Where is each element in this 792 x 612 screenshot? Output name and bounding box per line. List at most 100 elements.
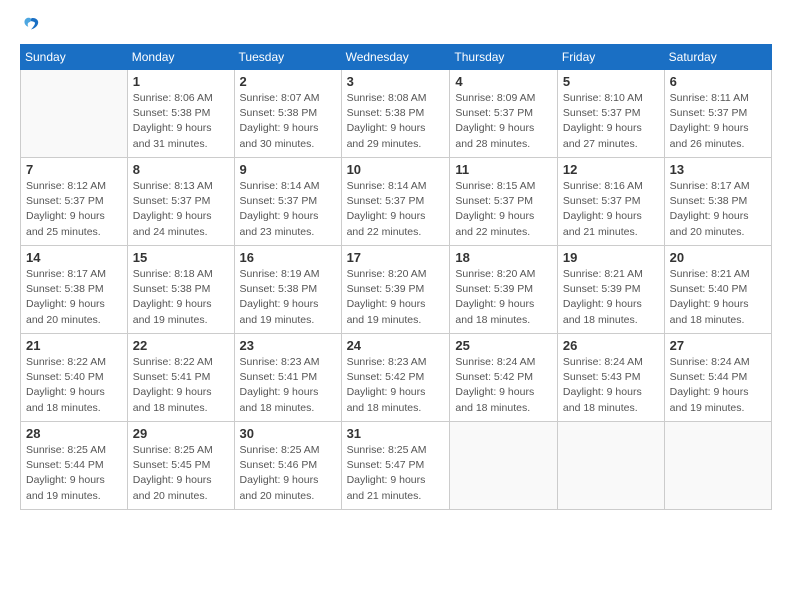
weekday-header: Wednesday [341,45,450,70]
day-info: Sunrise: 8:25 AMSunset: 5:47 PMDaylight:… [347,443,445,504]
calendar-cell: 15Sunrise: 8:18 AMSunset: 5:38 PMDayligh… [127,246,234,334]
day-info: Sunrise: 8:25 AMSunset: 5:45 PMDaylight:… [133,443,229,504]
day-number: 30 [240,426,336,441]
day-number: 8 [133,162,229,177]
calendar-cell: 27 Sunrise: 8:24 AMSunset: 5:44 PMDayligh… [664,334,771,422]
day-info: Sunrise: 8:14 AMSunset: 5:37 PMDaylight:… [347,179,445,240]
calendar-cell: 6Sunrise: 8:11 AMSunset: 5:37 PMDaylight… [664,70,771,158]
calendar-cell: 23 Sunrise: 8:23 AMSunset: 5:41 PMDayligh… [234,334,341,422]
calendar-table: SundayMondayTuesdayWednesdayThursdayFrid… [20,44,772,510]
calendar-cell: 1 Sunrise: 8:06 AMSunset: 5:38 PMDaylight… [127,70,234,158]
calendar-cell [557,422,664,510]
day-info: Sunrise: 8:08 AMSunset: 5:38 PMDaylight:… [347,91,445,152]
day-info: Sunrise: 8:24 AMSunset: 5:42 PMDaylight:… [455,355,552,416]
day-number: 3 [347,74,445,89]
day-info: Sunrise: 8:22 AMSunset: 5:40 PMDaylight:… [26,355,122,416]
day-info: Sunrise: 8:17 AMSunset: 5:38 PMDaylight:… [26,267,122,328]
logo-bird-icon [22,16,40,34]
calendar-cell: 11Sunrise: 8:15 AMSunset: 5:37 PMDayligh… [450,158,558,246]
day-number: 29 [133,426,229,441]
day-number: 7 [26,162,122,177]
calendar-cell [21,70,128,158]
weekday-header: Saturday [664,45,771,70]
day-number: 31 [347,426,445,441]
calendar-cell: 19 Sunrise: 8:21 AMSunset: 5:39 PMDayligh… [557,246,664,334]
day-number: 22 [133,338,229,353]
day-number: 25 [455,338,552,353]
calendar-cell: 13 Sunrise: 8:17 AMSunset: 5:38 PMDayligh… [664,158,771,246]
day-info: Sunrise: 8:21 AMSunset: 5:39 PMDaylight:… [563,267,659,328]
day-number: 18 [455,250,552,265]
calendar-cell: 21 Sunrise: 8:22 AMSunset: 5:40 PMDayligh… [21,334,128,422]
calendar-cell: 22 Sunrise: 8:22 AMSunset: 5:41 PMDayligh… [127,334,234,422]
day-info: Sunrise: 8:16 AMSunset: 5:37 PMDaylight:… [563,179,659,240]
calendar-week-row: 7 Sunrise: 8:12 AMSunset: 5:37 PMDaylight… [21,158,772,246]
calendar-week-row: 14 Sunrise: 8:17 AMSunset: 5:38 PMDayligh… [21,246,772,334]
day-number: 9 [240,162,336,177]
day-info: Sunrise: 8:23 AMSunset: 5:42 PMDaylight:… [347,355,445,416]
calendar-cell: 7 Sunrise: 8:12 AMSunset: 5:37 PMDaylight… [21,158,128,246]
weekday-header: Thursday [450,45,558,70]
day-info: Sunrise: 8:07 AMSunset: 5:38 PMDaylight:… [240,91,336,152]
calendar-week-row: 28 Sunrise: 8:25 AMSunset: 5:44 PMDayligh… [21,422,772,510]
logo [20,16,40,34]
calendar-week-row: 21 Sunrise: 8:22 AMSunset: 5:40 PMDayligh… [21,334,772,422]
day-info: Sunrise: 8:10 AMSunset: 5:37 PMDaylight:… [563,91,659,152]
weekday-header: Sunday [21,45,128,70]
logo-text [20,16,40,34]
calendar-cell: 18 Sunrise: 8:20 AMSunset: 5:39 PMDayligh… [450,246,558,334]
day-info: Sunrise: 8:20 AMSunset: 5:39 PMDaylight:… [347,267,445,328]
calendar-cell: 20 Sunrise: 8:21 AMSunset: 5:40 PMDayligh… [664,246,771,334]
day-info: Sunrise: 8:17 AMSunset: 5:38 PMDaylight:… [670,179,766,240]
day-number: 23 [240,338,336,353]
day-number: 1 [133,74,229,89]
calendar-cell: 24Sunrise: 8:23 AMSunset: 5:42 PMDayligh… [341,334,450,422]
day-info: Sunrise: 8:24 AMSunset: 5:44 PMDaylight:… [670,355,766,416]
weekday-header: Friday [557,45,664,70]
calendar-cell: 26Sunrise: 8:24 AMSunset: 5:43 PMDayligh… [557,334,664,422]
day-number: 6 [670,74,766,89]
calendar-cell: 5Sunrise: 8:10 AMSunset: 5:37 PMDaylight… [557,70,664,158]
day-info: Sunrise: 8:21 AMSunset: 5:40 PMDaylight:… [670,267,766,328]
day-info: Sunrise: 8:14 AMSunset: 5:37 PMDaylight:… [240,179,336,240]
day-number: 13 [670,162,766,177]
calendar-cell: 28 Sunrise: 8:25 AMSunset: 5:44 PMDayligh… [21,422,128,510]
calendar-cell [450,422,558,510]
calendar-cell: 12 Sunrise: 8:16 AMSunset: 5:37 PMDayligh… [557,158,664,246]
day-number: 19 [563,250,659,265]
header [20,16,772,34]
day-number: 27 [670,338,766,353]
calendar-cell: 9 Sunrise: 8:14 AMSunset: 5:37 PMDaylight… [234,158,341,246]
calendar-cell: 10 Sunrise: 8:14 AMSunset: 5:37 PMDayligh… [341,158,450,246]
day-number: 14 [26,250,122,265]
calendar-cell [664,422,771,510]
calendar-cell: 17Sunrise: 8:20 AMSunset: 5:39 PMDayligh… [341,246,450,334]
calendar-cell: 29 Sunrise: 8:25 AMSunset: 5:45 PMDayligh… [127,422,234,510]
calendar-cell: 3 Sunrise: 8:08 AMSunset: 5:38 PMDaylight… [341,70,450,158]
calendar-cell: 2 Sunrise: 8:07 AMSunset: 5:38 PMDaylight… [234,70,341,158]
day-info: Sunrise: 8:23 AMSunset: 5:41 PMDaylight:… [240,355,336,416]
weekday-header: Monday [127,45,234,70]
day-number: 26 [563,338,659,353]
day-number: 2 [240,74,336,89]
day-number: 28 [26,426,122,441]
calendar-week-row: 1 Sunrise: 8:06 AMSunset: 5:38 PMDaylight… [21,70,772,158]
calendar-cell: 4Sunrise: 8:09 AMSunset: 5:37 PMDaylight… [450,70,558,158]
calendar-cell: 14 Sunrise: 8:17 AMSunset: 5:38 PMDayligh… [21,246,128,334]
day-info: Sunrise: 8:22 AMSunset: 5:41 PMDaylight:… [133,355,229,416]
day-info: Sunrise: 8:06 AMSunset: 5:38 PMDaylight:… [133,91,229,152]
day-number: 4 [455,74,552,89]
day-info: Sunrise: 8:25 AMSunset: 5:44 PMDaylight:… [26,443,122,504]
day-number: 20 [670,250,766,265]
page: SundayMondayTuesdayWednesdayThursdayFrid… [0,0,792,612]
calendar-cell: 30 Sunrise: 8:25 AMSunset: 5:46 PMDayligh… [234,422,341,510]
day-number: 16 [240,250,336,265]
day-number: 11 [455,162,552,177]
day-number: 10 [347,162,445,177]
day-info: Sunrise: 8:25 AMSunset: 5:46 PMDaylight:… [240,443,336,504]
day-number: 21 [26,338,122,353]
day-info: Sunrise: 8:20 AMSunset: 5:39 PMDaylight:… [455,267,552,328]
day-info: Sunrise: 8:12 AMSunset: 5:37 PMDaylight:… [26,179,122,240]
day-number: 12 [563,162,659,177]
day-number: 15 [133,250,229,265]
